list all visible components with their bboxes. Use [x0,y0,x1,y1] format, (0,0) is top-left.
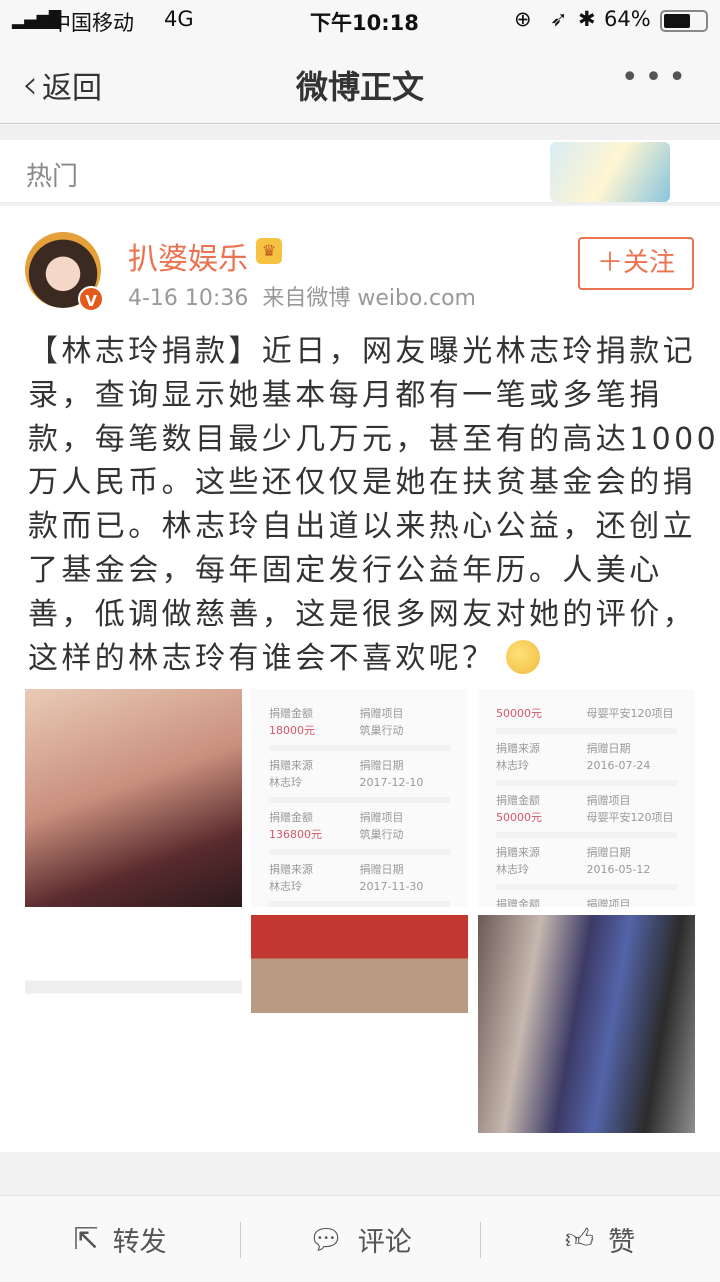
divider [0,125,720,140]
text-line: 善，低调做慈善，这是很多网友对她的评价， [28,596,696,632]
record-cell: 筑巢行动 [359,828,404,841]
record-cell: 捐赠项目 [359,707,404,720]
image-photo-heart[interactable] [25,689,242,907]
comment-button[interactable]: 💬︎ 评论 [240,1196,480,1282]
follow-button[interactable]: ＋关注 [578,237,694,290]
rotation-lock-icon: ⊕ [514,7,532,31]
record-row: 捐赠来源 捐赠日期林志玲 2017-11-30 [269,855,450,907]
record-cell: 捐赠日期 [359,863,404,876]
image-photo-dress[interactable] [478,915,695,1133]
comment-label: 评论 [357,1226,412,1258]
share-icon: ⇱ [73,1221,99,1257]
record-cell: 捐赠项目 [586,898,631,907]
record-cell: 2017-11-30 [359,880,424,893]
record-cell: 捐赠项目 [359,811,404,824]
record-cell: 捐赠金额 [269,707,313,720]
comment-icon: 💬︎ [308,1222,344,1256]
emoji-icon [505,639,540,674]
record-cell: 50000元 [496,811,542,824]
page-title: 微博正文 [295,68,424,106]
record-cell: 18000元 [269,724,315,737]
repost-label: 转发 [112,1226,167,1258]
author-name[interactable]: 扒婆娱乐 [128,234,248,278]
record-cell: 筑巢行动 [359,724,404,737]
record-cell: 2016-07-24 [586,759,651,772]
record-cell: 捐赠项目 [586,794,631,807]
post-source: 来自微博 weibo.com [262,286,476,311]
record-row: 捐赠金额捐赠项目643580元筑巢行动 [496,890,677,907]
record-cell: 母婴平安120项目 [586,811,674,824]
more-icon[interactable]: ••• [621,60,692,95]
clock: 下午10:18 [310,11,419,35]
record-row: 捐赠金额 捐赠项目 18000元 筑巢行动 [269,699,450,751]
like-button[interactable]: 👍︎ 赞 [480,1196,720,1282]
location-icon: ➶ [550,7,568,31]
text-line: 了基金会，每年固定发行公益年历。人美心 [28,552,663,588]
post-meta: 4-16 10:36 来自微博 weibo.com [128,280,476,312]
post-card: V 扒婆娱乐 ♛ 4-16 10:36 来自微博 weibo.com ＋关注 【… [0,206,720,1152]
post-time: 4-16 10:36 [128,286,249,311]
text-line: 【林志玲捐款】近日，网友曝光林志玲捐款记 [28,334,696,369]
record-cell: 捐赠金额 [496,794,540,807]
record-cell: 捐赠金额 [496,898,540,907]
record-cell: 捐赠金额 [269,811,313,824]
text-line: 款而已。林志玲自出道以来热心公益，还创立 [28,509,696,545]
thumbs-up-icon: 👍︎ [564,1222,595,1255]
battery-icon [660,10,708,32]
repost-button[interactable]: ⇱ 转发 [0,1196,240,1282]
image-donation-records[interactable]: 50000元 母婴平安120项目 捐赠来源 捐赠日期 林志玲 2016-07-24 捐赠金额… [478,689,695,907]
record-cell: 母婴平安120项目 [586,707,674,720]
crown-icon: ♛ [256,238,282,264]
decoration-illustration [550,142,670,202]
record-cell: 林志玲 [496,863,529,876]
record-cell: 捐赠日期 [586,742,631,755]
record-cell: 2016-05-12 [586,863,651,876]
record-cell: 林志玲 [269,776,302,789]
post-text: 【林志玲捐款】近日，网友曝光林志玲捐款记 录，查询显示她基本每月都有一笔或多笔捐… [28,330,719,680]
record-cell: 捐赠日期 [359,759,404,772]
text-line: 录，查询显示她基本每月都有一笔或多笔捐 [28,377,663,413]
record-cell: 136800元 [269,828,322,841]
record-cell: 50000元 [496,707,542,720]
record-row: 捐赠来源 捐赠日期林志玲 2016-07-24 [496,734,677,786]
record-cell: 林志玲 [496,759,529,772]
image-screenshot-post[interactable] [25,915,242,1133]
image-grid: 捐赠金额 捐赠项目 18000元 筑巢行动 捐赠来源 捐赠日期 林志玲 2017-12-10 捐… [25,689,695,1133]
record-cell: 捐赠来源 [269,863,313,876]
bluetooth-icon: ✱ [578,7,596,31]
carrier: 中国移动 [50,11,134,35]
status-bar: ▂▄▆█ 中国移动 4G 下午10:18 ⊕ ➶ ✱ 64% [0,0,720,40]
verified-badge-icon: V [78,286,104,312]
text-line: 款，每笔数目最少几万元，甚至有的高达1000 [28,421,720,457]
text-line: 这样的林志玲有谁会不喜欢呢？ [28,640,496,676]
record-row: 捐赠金额 捐赠项目 136800元 筑巢行动 [269,803,450,855]
record-row: 50000元 母婴平安120项目 [496,699,677,734]
image-screenshot-foundation[interactable] [251,915,468,1133]
action-bar: ⇱ 转发 💬︎ 评论 👍︎ 赞 [0,1195,720,1281]
record-cell: 林志玲 [269,880,302,893]
record-row: 捐赠来源 捐赠日期林志玲 2017-12-10 [269,751,450,803]
record-cell: 2017-12-10 [359,776,424,789]
text-line: 万人民币。这些还仅仅是她在扶贫基金会的捐 [28,465,696,501]
image-donation-records[interactable]: 捐赠金额 捐赠项目 18000元 筑巢行动 捐赠来源 捐赠日期 林志玲 2017-12-10 捐… [251,689,468,907]
record-row: 捐赠金额 捐赠项目 50000元 母婴平安120项目 [496,786,677,838]
record-row: 捐赠来源 捐赠日期林志玲 2016-05-12 [496,838,677,890]
record-cell: 捐赠来源 [496,846,540,859]
network: 4G [164,7,194,31]
battery-percent: 64% [604,7,651,31]
record-cell: 捐赠日期 [586,846,631,859]
section-header: 热门 [0,140,720,204]
record-cell: 捐赠来源 [496,742,540,755]
record-cell: 捐赠来源 [269,759,313,772]
section-label: 热门 [26,162,79,192]
like-label: 赞 [608,1226,636,1258]
